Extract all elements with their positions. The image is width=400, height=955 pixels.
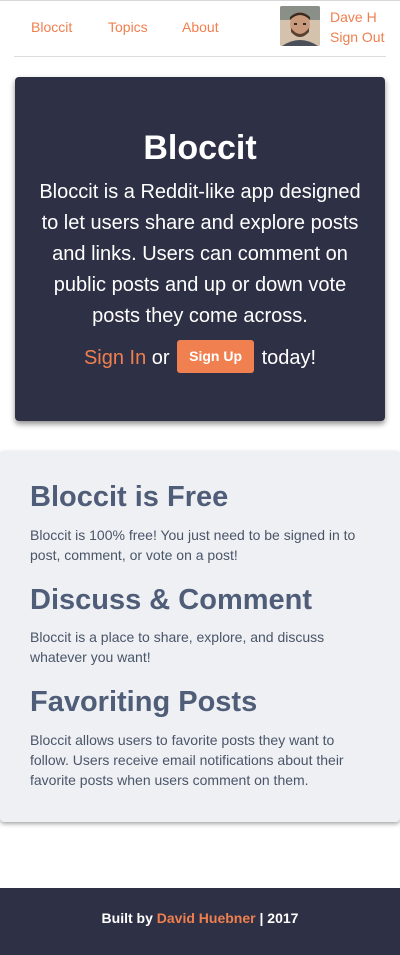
feature-text-discuss: Bloccit is a place to share, explore, an… <box>30 629 325 665</box>
footer-author-link[interactable]: David Huebner <box>157 910 256 926</box>
nav-topics-link[interactable]: Topics <box>108 19 148 35</box>
sign-up-button[interactable]: Sign Up <box>177 340 255 374</box>
page-footer: Built by David Huebner | 2017 <box>0 888 400 955</box>
cta-today-text: today! <box>261 347 317 369</box>
hero-call-to-action: Sign In or Sign Up today! <box>15 340 385 374</box>
features-panel: Bloccit is Free Bloccit is 100% free! Yo… <box>0 451 400 822</box>
sign-out-link[interactable]: Sign Out <box>330 29 384 45</box>
nav-divider <box>14 56 386 57</box>
hero-jumbotron: Bloccit Bloccit is a Reddit-like app des… <box>15 77 385 421</box>
footer-separator: | <box>259 910 264 926</box>
cta-or-text: or <box>151 347 170 369</box>
feature-title-free: Bloccit is Free <box>30 481 229 513</box>
feature-text-free: Bloccit is 100% free! You just need to b… <box>30 527 356 563</box>
avatar-photo <box>280 6 320 46</box>
hero-description: Bloccit is a Reddit-like app designed to… <box>39 181 361 327</box>
nav-brand-link[interactable]: Bloccit <box>31 19 72 35</box>
sign-in-link[interactable]: Sign In <box>84 347 146 369</box>
hero-title: Bloccit <box>143 129 257 167</box>
user-name[interactable]: Dave H <box>330 9 377 25</box>
user-avatar[interactable] <box>280 6 320 46</box>
feature-title-discuss: Discuss & Comment <box>30 584 313 616</box>
footer-year: 2017 <box>267 910 299 926</box>
feature-text-favoriting: Bloccit allows users to favorite posts t… <box>30 732 344 788</box>
footer-built-by: Built by <box>101 910 153 926</box>
feature-title-favoriting: Favoriting Posts <box>30 686 258 718</box>
top-navigation: Bloccit Topics About Dave H Sign Out <box>0 0 400 57</box>
nav-about-link[interactable]: About <box>182 19 219 35</box>
